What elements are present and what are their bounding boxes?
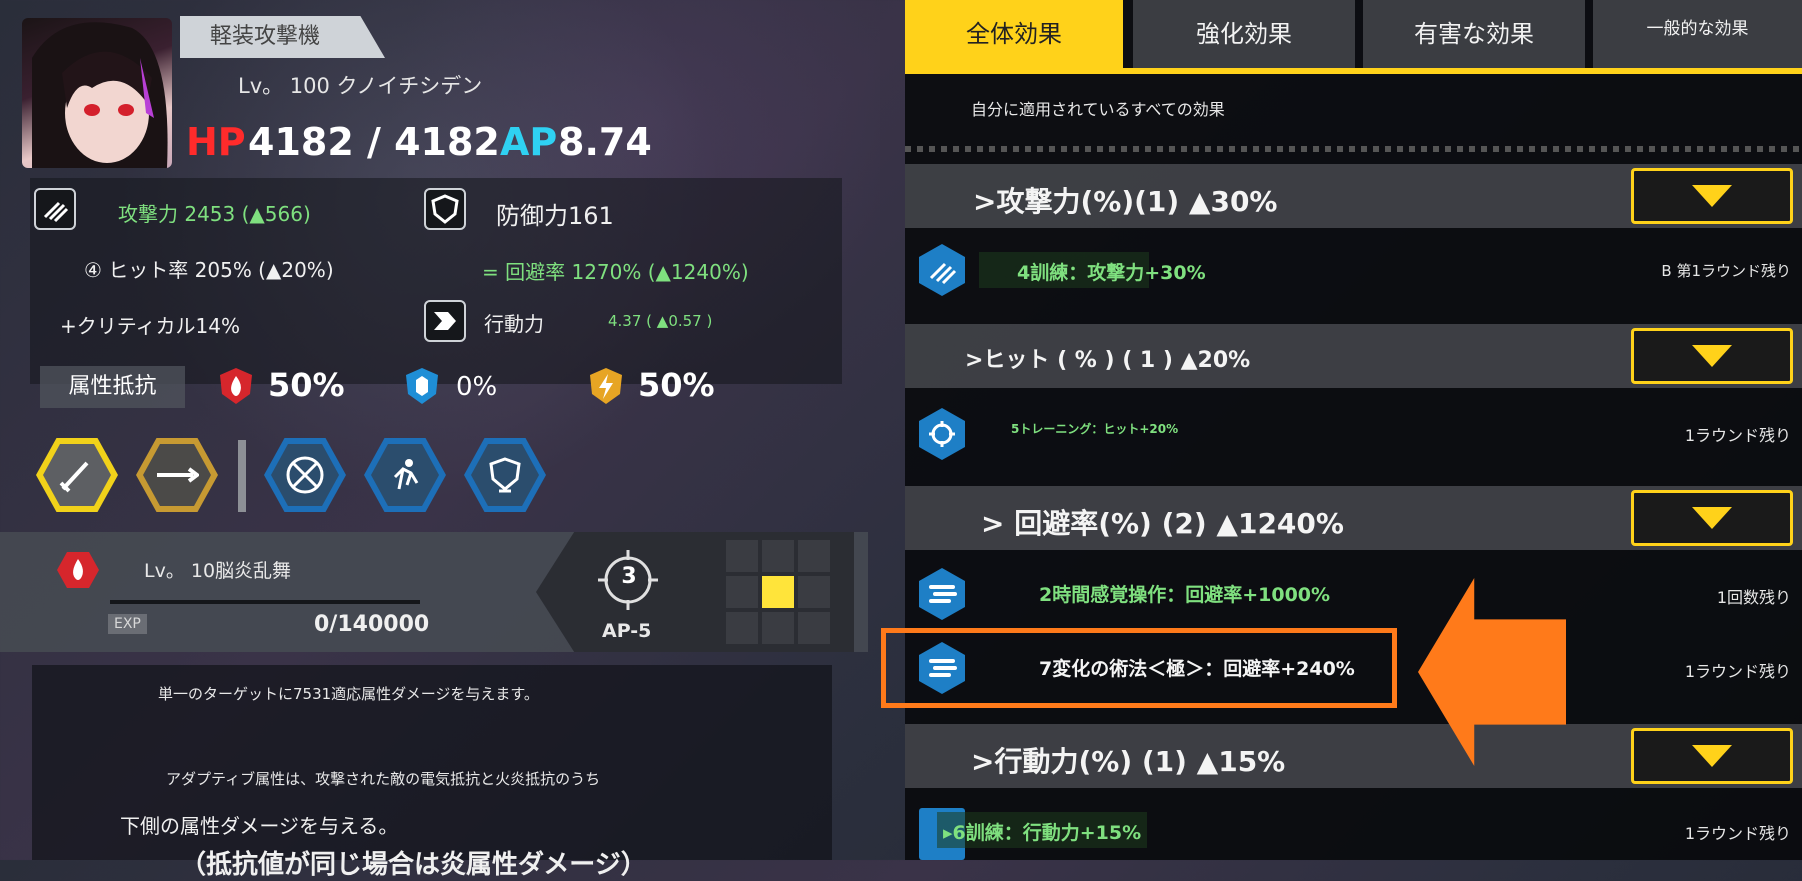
- mobility-label: 行動力: [484, 312, 544, 336]
- evasion-effect-icon: [919, 568, 965, 620]
- hit-effect-icon: [919, 408, 965, 460]
- highlight-box: [881, 628, 1397, 708]
- tab-debuff-effects[interactable]: 有害な効果: [1363, 0, 1585, 72]
- evasion-effect-1-remaining: 1回数残り: [1716, 588, 1791, 607]
- mobility-effect-text: ▸6訓練：行動力+15%: [943, 822, 1142, 844]
- chevron-down-icon: [1692, 745, 1732, 767]
- exp-bar: [110, 600, 420, 604]
- effect-group-evasion-title: > 回避率(%) (2) ▲1240%: [981, 507, 1344, 540]
- chevron-down-icon: [1692, 345, 1732, 367]
- expand-mobility-button[interactable]: [1631, 728, 1793, 784]
- resistance-label: 属性抵抗: [40, 366, 185, 408]
- expand-attack-button[interactable]: [1631, 168, 1793, 224]
- effects-subtitle: 自分に適用されているすべての効果: [971, 100, 1225, 119]
- defense-icon: [424, 188, 466, 230]
- description-line-4: （抵抗値が同じ場合は炎属性ダメージ）: [180, 850, 647, 880]
- mobility-effect-remaining: 1ラウンド残り: [1684, 824, 1791, 843]
- skill-fire-icon: [56, 550, 100, 594]
- unit-level-name: Lv。 100 クノイチシデン: [238, 74, 483, 98]
- skill-range-value: 3: [621, 564, 637, 589]
- expand-hit-button[interactable]: [1631, 328, 1793, 384]
- attack-icon: [34, 188, 76, 230]
- aoe-target-cell: [762, 576, 794, 608]
- description-line-3: 下側の属性ダメージを与える。: [120, 814, 399, 838]
- tab-buff-effects[interactable]: 強化効果: [1133, 0, 1355, 72]
- propeller-icon: [271, 444, 339, 506]
- effect-group-mobility-title: >行動力(%) (1) ▲15%: [971, 745, 1286, 778]
- electric-resist-value: 50%: [638, 366, 715, 404]
- evasion-stat: = 回避率 1270% (▲1240%): [482, 260, 749, 284]
- effect-group-attack-title: >攻撃力(%)(1) ▲30%: [973, 185, 1278, 218]
- skill-level-name: Lv。 10脳炎乱舞: [144, 560, 292, 582]
- tab-underline: [905, 68, 1802, 74]
- skill-aoe-grid: [726, 540, 830, 644]
- ice-resist-value: 0%: [456, 372, 498, 402]
- tab-all-effects[interactable]: 全体効果: [905, 0, 1123, 72]
- effects-panel: 全体効果 強化効果 有害な効果 一般的な効果 自分に適用されているすべての効果 …: [905, 0, 1802, 860]
- effect-group-hit-title: >ヒット ( % ) ( 1 ) ▲20%: [965, 348, 1251, 373]
- fire-resist-icon: [218, 366, 254, 410]
- runner-icon: [371, 444, 439, 506]
- skill-divider: [238, 440, 246, 512]
- fire-resist-value: 50%: [268, 366, 345, 404]
- exp-value: 0/140000: [314, 612, 430, 637]
- attack-effect-text: 4訓練：攻撃力+30%: [1017, 262, 1206, 284]
- shield-guard-icon: [471, 444, 539, 506]
- unit-status-panel: 軽装攻撃機 Lv。 100 クノイチシデン HP 4182 / 4182 AP …: [0, 0, 880, 880]
- hp-value: 4182 / 4182: [248, 120, 500, 164]
- ice-resist-icon: [404, 366, 440, 410]
- hit-effect-text: 5トレーニング：ヒット+20%: [1011, 422, 1179, 436]
- attack-stat: 攻撃力 2453 (▲566): [118, 202, 311, 226]
- evasion-effect-1-text: 2時間感覚操作：回避率+1000%: [1039, 584, 1331, 606]
- chevron-down-icon: [1692, 185, 1732, 207]
- critical-stat: +クリティカル14%: [60, 314, 241, 338]
- mobility-value: 4.37 ( ▲0.57 ): [608, 312, 713, 330]
- hp-label: HP: [186, 120, 246, 164]
- exp-label: EXP: [108, 614, 147, 634]
- ap-label: AP: [500, 120, 558, 164]
- ap-value: 8.74: [558, 120, 652, 164]
- attack-effect-remaining: B 第1ラウンド残り: [1661, 262, 1791, 280]
- unit-portrait: [22, 18, 172, 168]
- mobility-icon: [424, 300, 466, 342]
- expand-evasion-button[interactable]: [1631, 490, 1793, 546]
- skill-ap-cost: AP-5: [602, 620, 652, 642]
- sword-slash-icon: [43, 444, 111, 506]
- chevron-down-icon: [1692, 507, 1732, 529]
- dotted-separator: [905, 146, 1802, 152]
- hit-effect-remaining: 1ラウンド残り: [1684, 426, 1791, 445]
- tab-general-effects[interactable]: 一般的な効果: [1593, 0, 1802, 72]
- defense-stat: 防御力161: [496, 202, 614, 230]
- attack-effect-icon: [919, 244, 965, 296]
- unit-role-tag: 軽装攻撃機: [180, 16, 385, 58]
- description-line-1: 単一のターゲットに7531適応属性ダメージを与えます。: [158, 685, 539, 703]
- sword-thrust-icon: [143, 444, 211, 506]
- hit-stat: ④ ヒット率 205% (▲20%): [84, 258, 334, 282]
- electric-resist-icon: [588, 366, 624, 410]
- description-line-2: アダプティブ属性は、攻撃された敵の電気抵抗と火炎抵抗のうち: [166, 770, 601, 788]
